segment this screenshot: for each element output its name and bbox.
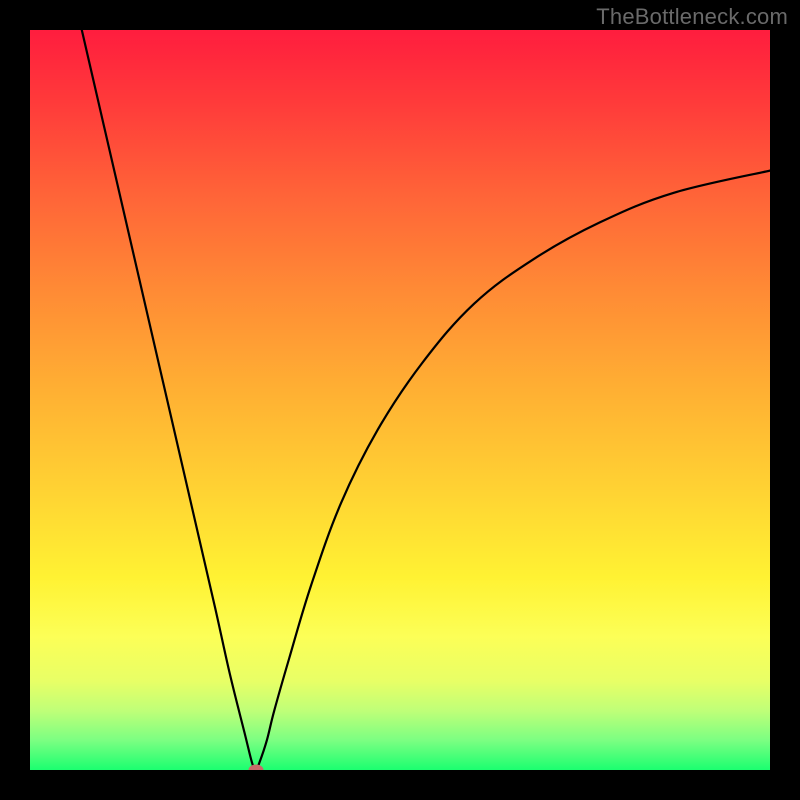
chart-frame: TheBottleneck.com [0,0,800,800]
watermark-text: TheBottleneck.com [596,4,788,30]
curve-path [82,30,770,770]
plot-area [30,30,770,770]
bottleneck-curve [30,30,770,770]
minimum-marker [248,765,263,771]
